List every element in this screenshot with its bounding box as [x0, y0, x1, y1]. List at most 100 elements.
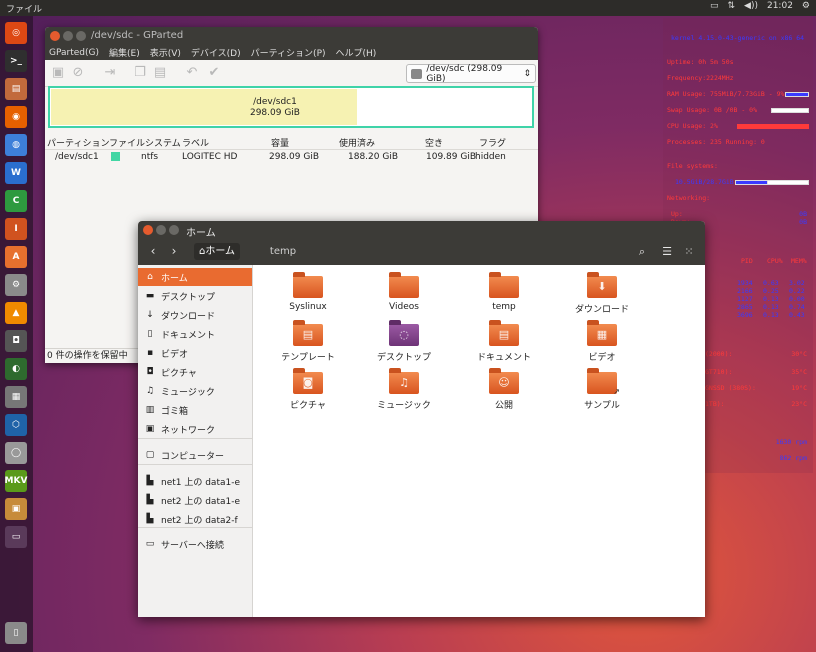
- forward-icon[interactable]: ›: [165, 243, 183, 260]
- folder-desktop[interactable]: ◌ デスクトップ: [358, 313, 450, 363]
- files-icon[interactable]: ▤: [5, 78, 27, 100]
- undo-icon[interactable]: ↶: [185, 66, 199, 80]
- chess-icon[interactable]: ▦: [5, 386, 27, 408]
- col-used[interactable]: 使用済み: [339, 136, 375, 149]
- breadcrumb-home[interactable]: ⌂ホーム: [194, 243, 241, 260]
- copy-icon[interactable]: ❐: [133, 66, 147, 80]
- workspace-icon[interactable]: ▭: [5, 526, 27, 548]
- menu-gparted[interactable]: GParted(G): [49, 48, 99, 58]
- globe-icon[interactable]: ◐: [5, 358, 27, 380]
- folder-video[interactable]: ▦ ビデオ: [556, 313, 648, 363]
- folder-downloads[interactable]: ⬇ ダウンロード: [556, 265, 648, 315]
- trash-icon[interactable]: ▯: [5, 622, 27, 644]
- files-headerbar: ‹ › ⌂ホーム temp ⌕ ☰ ⁙: [138, 239, 705, 265]
- top-row-pid: 1934: [737, 279, 753, 287]
- clock[interactable]: 21:02: [767, 1, 793, 11]
- paste-icon[interactable]: ▤: [153, 66, 167, 80]
- sidebar-item-videos[interactable]: ▪ ビデオ: [138, 344, 252, 362]
- gear-icon[interactable]: ⚙: [802, 1, 810, 11]
- close-icon[interactable]: [50, 31, 60, 41]
- kernel-info: kernel 4.15.0-43-generic on x86 64: [671, 34, 805, 42]
- sidebar-item-label: デスクトップ: [161, 292, 216, 303]
- sidebar-item-net1-data1[interactable]: ▙ net1 上の data1-e: [138, 472, 252, 490]
- device-selector[interactable]: /dev/sdc (298.09 GiB) ⇕: [406, 64, 536, 84]
- col-size[interactable]: 容量: [271, 136, 289, 149]
- photos-icon[interactable]: ▣: [5, 498, 27, 520]
- link-arrow-icon: ↗: [613, 387, 620, 396]
- cell-flags: hidden: [475, 152, 506, 162]
- folder-music[interactable]: ♫ ミュージック: [358, 361, 450, 411]
- col-filesystem[interactable]: ファイルシステム: [109, 136, 181, 149]
- virtualbox-icon[interactable]: ⬡: [5, 414, 27, 436]
- delete-icon[interactable]: ⊘: [71, 66, 85, 80]
- sidebar-item-documents[interactable]: ▯ ドキュメント: [138, 325, 252, 343]
- col-flags[interactable]: フラグ: [479, 136, 506, 149]
- menu-help[interactable]: ヘルプ(H): [336, 46, 377, 59]
- folder-pictures[interactable]: ◙ ピクチャ: [262, 361, 354, 411]
- folder-syslinux[interactable]: Syslinux: [262, 265, 354, 312]
- search-icon[interactable]: ⌕: [632, 243, 652, 260]
- swap-bar: [771, 108, 809, 113]
- folder-templates[interactable]: ▤ テンプレート: [262, 313, 354, 363]
- folder-emblem: ◌: [399, 328, 409, 341]
- col-free[interactable]: 空き: [425, 136, 443, 149]
- resize-icon[interactable]: ⇥: [103, 66, 117, 80]
- sidebar-item-pictures[interactable]: ◘ ピクチャ: [138, 363, 252, 381]
- col-partition[interactable]: パーティション: [47, 136, 109, 149]
- apply-icon[interactable]: ✔: [207, 66, 221, 80]
- sidebar-item-connect-server[interactable]: ▭ サーバーへ接続: [138, 535, 252, 553]
- folder-temp[interactable]: temp: [458, 265, 550, 312]
- terminal-icon[interactable]: >_: [5, 50, 27, 72]
- maximize-icon[interactable]: [169, 225, 179, 235]
- volume-icon[interactable]: ◀)): [744, 1, 758, 11]
- minimize-icon[interactable]: [63, 31, 73, 41]
- menu-device[interactable]: デバイス(D): [191, 46, 241, 59]
- maximize-icon[interactable]: [76, 31, 86, 41]
- menu-view[interactable]: 表示(V): [150, 46, 181, 59]
- mkv-icon[interactable]: MKV: [5, 470, 27, 492]
- breadcrumb-temp[interactable]: temp: [244, 243, 322, 260]
- grid-view-icon[interactable]: ⁙: [679, 243, 699, 260]
- sidebar-item-downloads[interactable]: ↓ ダウンロード: [138, 306, 252, 324]
- folder-public[interactable]: ☺ 公開: [458, 361, 550, 411]
- disk-map-label: /dev/sdc1 298.09 GiB: [190, 97, 360, 119]
- sidebar-item-net2-data2[interactable]: ▙ net2 上の data2-f: [138, 510, 252, 528]
- menu-partition[interactable]: パーティション(P): [251, 46, 326, 59]
- chromium-icon[interactable]: ◍: [5, 134, 27, 156]
- keyboard-icon[interactable]: ▭: [710, 1, 719, 11]
- sidebar-item-computer[interactable]: ▢ コンピューター: [138, 446, 252, 464]
- close-icon[interactable]: [143, 225, 153, 235]
- app-menu[interactable]: ファイル: [6, 2, 42, 15]
- sidebar-item-trash[interactable]: ▥ ゴミ箱: [138, 401, 252, 419]
- table-row[interactable]: /dev/sdc1 ntfs LOGITEC HD 298.09 GiB 188…: [45, 150, 538, 164]
- list-view-icon[interactable]: ☰: [657, 243, 677, 260]
- menu-edit[interactable]: 編集(E): [109, 46, 140, 59]
- impress-icon[interactable]: I: [5, 218, 27, 240]
- new-partition-icon[interactable]: ▣: [51, 66, 65, 80]
- sidebar-item-net2-data1[interactable]: ▙ net2 上の data1-e: [138, 491, 252, 509]
- folder-videos[interactable]: Videos: [358, 265, 450, 312]
- gparted-titlebar[interactable]: /dev/sdc - GParted: [45, 27, 538, 45]
- ubuntu-dash-icon[interactable]: ◎: [5, 22, 27, 44]
- writer-icon[interactable]: W: [5, 162, 27, 184]
- minimize-icon[interactable]: [156, 225, 166, 235]
- sidebar-item-music[interactable]: ♫ ミュージック: [138, 382, 252, 400]
- network-icon[interactable]: ⇅: [727, 1, 735, 11]
- folder-samples[interactable]: ↗ サンプル: [556, 361, 648, 411]
- files-titlebar[interactable]: ホーム: [138, 221, 705, 239]
- back-icon[interactable]: ‹: [144, 243, 162, 260]
- vlc-icon[interactable]: ▲: [5, 302, 27, 324]
- folder-icon: ♫: [389, 368, 419, 394]
- software-center-icon[interactable]: A: [5, 246, 27, 268]
- firefox-icon[interactable]: ◉: [5, 106, 27, 128]
- sidebar-item-home[interactable]: ⌂ ホーム: [138, 268, 252, 286]
- sidebar-item-network[interactable]: ▣ ネットワーク: [138, 420, 252, 438]
- camera-icon[interactable]: ◘: [5, 330, 27, 352]
- folder-documents[interactable]: ▤ ドキュメント: [458, 313, 550, 363]
- disc-icon[interactable]: ◯: [5, 442, 27, 464]
- settings-icon[interactable]: ⚙: [5, 274, 27, 296]
- sidebar-item-desktop[interactable]: ▬ デスクトップ: [138, 287, 252, 305]
- disk-map[interactable]: /dev/sdc1 298.09 GiB: [48, 86, 534, 128]
- col-label[interactable]: ラベル: [182, 136, 209, 149]
- calc-icon[interactable]: C: [5, 190, 27, 212]
